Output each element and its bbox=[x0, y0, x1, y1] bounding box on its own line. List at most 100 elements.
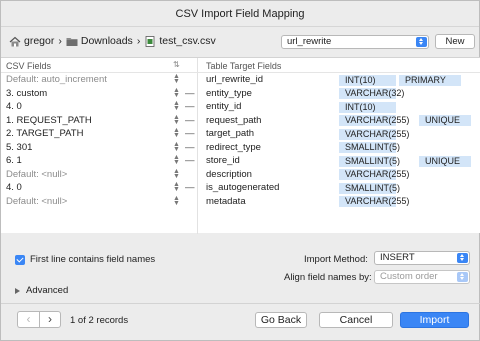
mapping-connector: — bbox=[185, 155, 195, 166]
align-field-names-label: Align field names by: bbox=[284, 272, 372, 283]
csv-field-select[interactable]: 4. 0 bbox=[6, 182, 22, 193]
new-table-button[interactable]: New bbox=[435, 34, 475, 49]
target-field-name: store_id bbox=[206, 155, 240, 166]
target-field-name: description bbox=[206, 168, 252, 180]
chevron-updown-icon: ▲ ▼ bbox=[173, 86, 180, 99]
record-counter: 1 of 2 records bbox=[70, 315, 129, 326]
csv-field-select[interactable]: Default: <null> bbox=[6, 196, 67, 207]
csv-field-select[interactable]: 3. custom bbox=[6, 88, 47, 99]
mapping-row[interactable]: 3. custom ▲ ▼ — entity_type VARCHAR(32) bbox=[1, 87, 480, 101]
mapping-connector: — bbox=[185, 128, 195, 139]
breadcrumb-label: Downloads bbox=[80, 35, 133, 47]
mapping-row[interactable]: 4. 0 ▲ ▼ — is_autogenerated SMALLINT(5) bbox=[1, 181, 480, 195]
csv-field-select[interactable]: Default: auto_increment bbox=[6, 74, 107, 85]
chevron-updown-icon bbox=[457, 253, 468, 263]
disclosure-triangle-icon bbox=[15, 287, 20, 294]
mapping-row[interactable]: Default: <null> ▲ ▼ description VARCHAR(255) bbox=[1, 168, 480, 182]
field-type-badge: VARCHAR(255) bbox=[339, 128, 409, 140]
mapping-row[interactable]: 4. 0 ▲ ▼ — entity_id INT(10) bbox=[1, 100, 480, 114]
import-method-select[interactable]: INSERT bbox=[374, 251, 470, 265]
home-icon bbox=[9, 36, 21, 47]
chevron-updown-icon bbox=[457, 272, 468, 282]
mapping-connector: — bbox=[185, 182, 195, 193]
target-table-value: url_rewrite bbox=[287, 36, 332, 47]
chevron-updown-icon: ▲ ▼ bbox=[173, 194, 180, 207]
target-fields-header: Table Target Fields bbox=[206, 61, 282, 71]
first-line-checkbox[interactable] bbox=[15, 254, 25, 265]
chevron-updown-icon bbox=[416, 37, 427, 47]
import-method-value: INSERT bbox=[380, 252, 415, 263]
field-type-badge: SMALLINT(5) bbox=[339, 155, 400, 167]
csv-field-select[interactable]: 1. REQUEST_PATH bbox=[6, 115, 92, 126]
sort-arrows-icon: ⇅ bbox=[173, 60, 180, 69]
mapping-connector: — bbox=[185, 141, 195, 153]
target-field-name: entity_type bbox=[206, 87, 252, 99]
csv-file-icon bbox=[144, 35, 156, 47]
field-type-badge: VARCHAR(32) bbox=[339, 88, 404, 99]
mapping-rows: Default: auto_increment ▲ ▼ url_rewrite_id I… bbox=[1, 73, 480, 208]
breadcrumb-item-downloads[interactable]: Downloads bbox=[66, 35, 133, 47]
field-key-badge: PRIMARY bbox=[399, 74, 461, 86]
mapping-row[interactable]: Default: auto_increment ▲ ▼ url_rewrite_id I… bbox=[1, 73, 480, 87]
chevron-updown-icon: ▲ ▼ bbox=[173, 167, 180, 180]
breadcrumb: gregor › Downloads › test_csv.csv bbox=[9, 35, 216, 47]
chevron-updown-icon: ▲ ▼ bbox=[173, 154, 180, 166]
import-button[interactable]: Import bbox=[400, 312, 469, 328]
chevron-updown-icon: ▲ ▼ bbox=[173, 100, 180, 112]
target-table-select[interactable]: url_rewrite bbox=[281, 35, 429, 49]
chevron-updown-icon: ▲ ▼ bbox=[173, 113, 180, 126]
breadcrumb-item-file[interactable]: test_csv.csv bbox=[144, 35, 216, 47]
align-field-names-select[interactable]: Custom order bbox=[374, 270, 470, 284]
mapping-row[interactable]: 2. TARGET_PATH ▲ ▼ — target_path VARCHAR(255) bbox=[1, 127, 480, 141]
breadcrumb-item-home[interactable]: gregor bbox=[9, 35, 54, 47]
breadcrumb-label: test_csv.csv bbox=[159, 35, 216, 47]
target-field-name: entity_id bbox=[206, 101, 242, 112]
mapping-row[interactable]: 6. 1 ▲ ▼ — store_id SMALLINT(5) UNIQUE bbox=[1, 154, 480, 168]
csv-field-select[interactable]: 6. 1 bbox=[6, 155, 22, 166]
target-field-name: metadata bbox=[206, 195, 246, 207]
mapping-row[interactable]: 1. REQUEST_PATH ▲ ▼ — request_path VARCHAR(25… bbox=[1, 114, 480, 128]
chevron-right-icon: › bbox=[58, 35, 62, 47]
import-mapping-window: CSV Import Field Mapping gregor › Downlo… bbox=[0, 0, 480, 341]
chevron-updown-icon: ▲ ▼ bbox=[173, 181, 180, 193]
cancel-button[interactable]: Cancel bbox=[319, 312, 393, 328]
first-line-label: First line contains field names bbox=[30, 254, 156, 265]
align-field-names-value: Custom order bbox=[380, 271, 438, 282]
field-type-badge: VARCHAR(255) bbox=[339, 115, 409, 126]
advanced-disclosure[interactable]: Advanced bbox=[15, 285, 68, 296]
field-type-badge: INT(10) bbox=[339, 101, 396, 113]
first-line-option[interactable]: First line contains field names bbox=[15, 254, 155, 265]
window-title: CSV Import Field Mapping bbox=[1, 1, 479, 27]
field-type-badge: SMALLINT(5) bbox=[339, 182, 400, 194]
csv-field-select[interactable]: 2. TARGET_PATH bbox=[6, 128, 83, 139]
options-panel: First line contains field names Import M… bbox=[1, 241, 480, 341]
mapping-connector: — bbox=[185, 114, 195, 126]
target-field-name: request_path bbox=[206, 114, 262, 126]
csv-field-select[interactable]: Default: <null> bbox=[6, 169, 67, 180]
csv-field-select[interactable]: 5. 301 bbox=[6, 142, 32, 153]
next-record-button[interactable]: › bbox=[39, 311, 61, 328]
advanced-label: Advanced bbox=[26, 285, 69, 296]
previous-record-button[interactable]: ‹ bbox=[17, 311, 39, 328]
mapping-row[interactable]: Default: <null> ▲ ▼ metadata VARCHAR(255) bbox=[1, 195, 480, 209]
grid-header: CSV Fields ⇅ Table Target Fields bbox=[1, 58, 480, 73]
target-field-name: target_path bbox=[206, 128, 255, 139]
mapping-row[interactable]: 5. 301 ▲ ▼ — redirect_type SMALLINT(5) bbox=[1, 141, 480, 155]
field-key-badge: UNIQUE bbox=[419, 115, 471, 126]
field-type-badge: VARCHAR(255) bbox=[339, 169, 409, 180]
chevron-updown-icon: ▲ ▼ bbox=[173, 127, 180, 139]
mapping-connector: — bbox=[185, 101, 195, 112]
chevron-updown-icon: ▲ ▼ bbox=[173, 140, 180, 153]
csv-fields-header: CSV Fields bbox=[6, 61, 52, 71]
folder-icon bbox=[66, 36, 78, 47]
go-back-button[interactable]: Go Back bbox=[255, 312, 307, 328]
csv-field-select[interactable]: 4. 0 bbox=[6, 101, 22, 112]
footer-divider bbox=[1, 303, 480, 304]
target-field-name: url_rewrite_id bbox=[206, 74, 264, 85]
field-type-badge: VARCHAR(255) bbox=[339, 196, 409, 207]
chevron-updown-icon: ▲ ▼ bbox=[173, 73, 180, 85]
field-type-badge: INT(10) bbox=[339, 74, 396, 86]
toolbar: gregor › Downloads › test_csv.csv url_re… bbox=[1, 27, 479, 57]
chevron-right-icon: › bbox=[136, 35, 141, 47]
field-key-badge: UNIQUE bbox=[419, 155, 471, 167]
